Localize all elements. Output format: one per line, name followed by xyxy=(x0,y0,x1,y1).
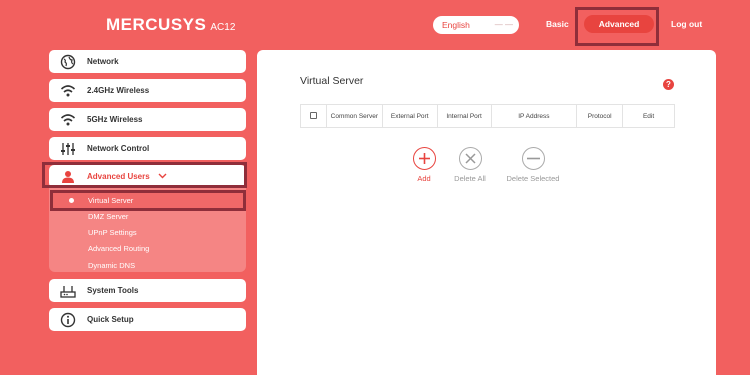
sidebar-item-label: Quick Setup xyxy=(87,315,134,324)
submenu-item-upnp-settings[interactable]: UPnP Settings xyxy=(88,228,137,237)
submenu-item-advanced-routing[interactable]: Advanced Routing xyxy=(88,244,149,253)
select-all-checkbox[interactable] xyxy=(309,111,317,119)
sidebar-item-label: 5GHz Wireless xyxy=(87,115,143,124)
virtual-server-highlight-frame xyxy=(50,190,246,211)
submenu-item-dmz-server[interactable]: DMZ Server xyxy=(88,212,128,221)
help-icon[interactable]: ? xyxy=(663,79,674,90)
main-panel xyxy=(257,50,716,375)
column-header: External Port xyxy=(381,104,438,128)
nav-advanced-button[interactable]: Advanced xyxy=(584,15,654,33)
sidebar-item-network[interactable]: Network xyxy=(49,50,246,73)
table-header-row: Common Server External Port Internal Por… xyxy=(300,104,675,128)
active-dot-icon xyxy=(69,198,74,203)
sidebar-item-label: 2.4GHz Wireless xyxy=(87,86,150,95)
x-circle-icon xyxy=(458,147,482,170)
delete-all-button[interactable]: Delete All xyxy=(449,147,491,183)
dropdown-dashes-icon: — — xyxy=(494,20,513,29)
add-button[interactable]: Add xyxy=(410,147,438,183)
sidebar-item-system-tools[interactable]: System Tools xyxy=(49,279,246,302)
column-header: Edit xyxy=(622,104,675,128)
brand-name: MERCUSYS xyxy=(106,15,207,34)
wifi-icon xyxy=(49,84,87,98)
brand-logo: MERCUSYS AC12 xyxy=(106,15,235,35)
column-header: Protocol xyxy=(576,104,624,128)
wifi-icon xyxy=(49,113,87,127)
delete-selected-label: Delete Selected xyxy=(506,174,560,183)
info-icon xyxy=(49,312,87,328)
sidebar-item-label: Network Control xyxy=(87,144,150,153)
column-header: IP Address xyxy=(490,104,578,128)
language-value: English xyxy=(442,20,470,30)
globe-icon xyxy=(49,54,87,70)
sidebar-item-label: System Tools xyxy=(87,286,139,295)
sidebar-item-quick-setup[interactable]: Quick Setup xyxy=(49,308,246,331)
router-icon xyxy=(49,284,87,298)
advanced-users-highlight-frame xyxy=(42,162,247,188)
column-header: Internal Port xyxy=(436,104,492,128)
select-all-cell[interactable] xyxy=(300,104,327,128)
model-name: AC12 xyxy=(210,22,236,33)
virtual-server-table: Common Server External Port Internal Por… xyxy=(300,104,675,128)
minus-circle-icon xyxy=(521,147,545,170)
sidebar-item-network-control[interactable]: Network Control xyxy=(49,137,246,160)
submenu-item-virtual-server[interactable]: Virtual Server xyxy=(88,196,133,205)
add-label: Add xyxy=(417,174,431,183)
nav-logout-link[interactable]: Log out xyxy=(671,19,702,29)
sidebar-item-24ghz-wireless[interactable]: 2.4GHz Wireless xyxy=(49,79,246,102)
nav-basic-link[interactable]: Basic xyxy=(546,19,569,29)
sidebar-item-5ghz-wireless[interactable]: 5GHz Wireless xyxy=(49,108,246,131)
delete-all-label: Delete All xyxy=(454,174,486,183)
page-title: Virtual Server xyxy=(300,75,364,87)
sidebar-item-label: Network xyxy=(87,57,119,66)
sliders-icon xyxy=(49,142,87,156)
plus-circle-icon xyxy=(412,147,436,170)
submenu-item-dynamic-dns[interactable]: Dynamic DNS xyxy=(88,261,135,270)
column-header: Common Server xyxy=(325,104,383,128)
language-select[interactable]: English — — xyxy=(433,16,519,34)
delete-selected-button[interactable]: Delete Selected xyxy=(500,147,566,183)
